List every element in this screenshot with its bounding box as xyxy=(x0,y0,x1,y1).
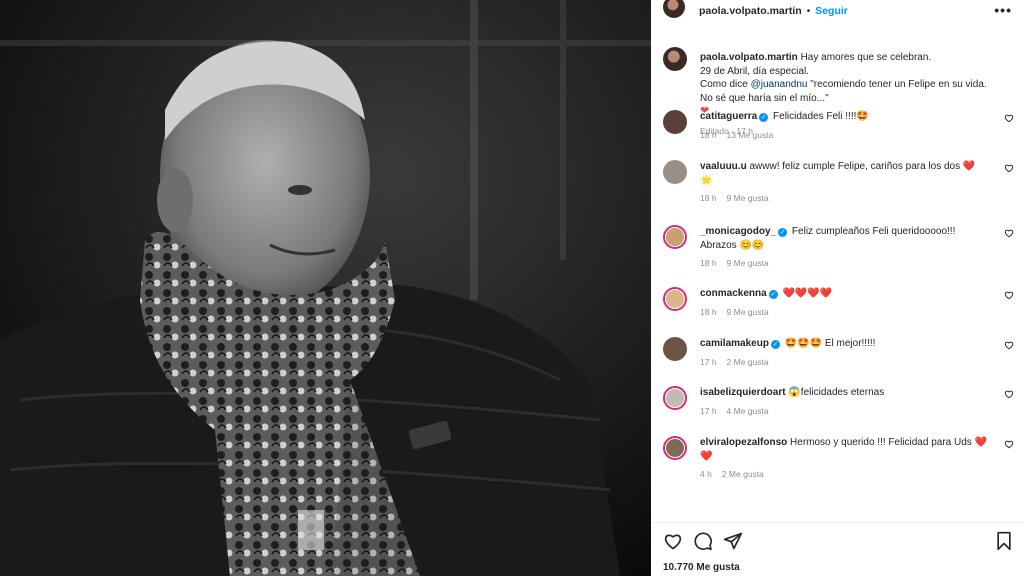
post-header: paola.volpato.martin • Seguir ••• xyxy=(651,0,1024,22)
comment-like-heart-icon[interactable] xyxy=(1004,389,1014,399)
comment-likes-link[interactable]: 4 Me gusta xyxy=(727,406,769,416)
commenter-avatar[interactable] xyxy=(663,160,687,184)
caption-mention-link[interactable]: @juanandnu xyxy=(751,79,808,90)
commenter-username[interactable]: vaaluuu.u xyxy=(700,161,747,172)
verified-badge-icon: ✓ xyxy=(778,228,788,237)
comment-time: 4 h xyxy=(700,469,712,479)
commenter-username[interactable]: catitaguerra xyxy=(700,111,757,122)
comment-like-heart-icon[interactable] xyxy=(1004,228,1014,238)
commenter-avatar[interactable] xyxy=(663,386,687,410)
caption-line-1: Hay amores que se celebran. xyxy=(800,52,932,63)
commenter-username[interactable]: camilamakeup xyxy=(700,338,769,349)
commenter-avatar[interactable] xyxy=(663,225,687,249)
commenter-username[interactable]: isabelizquierdoart xyxy=(700,387,786,398)
bookmark-icon[interactable] xyxy=(994,531,1014,551)
comment-text: 😱felicidades eternas xyxy=(788,387,885,398)
paper-plane-icon[interactable] xyxy=(723,531,743,551)
follow-button[interactable]: Seguir xyxy=(815,5,848,17)
verified-badge-icon: ✓ xyxy=(768,290,778,299)
comment-text: 🤩🤩🤩 El mejor!!!!! xyxy=(784,338,876,349)
comments-list[interactable]: paola.volpato.martin Hay amores que se c… xyxy=(651,40,1024,522)
commenter-avatar[interactable] xyxy=(663,337,687,361)
comment-likes-link[interactable]: 9 Me gusta xyxy=(727,258,769,268)
commenter-avatar[interactable] xyxy=(663,436,687,460)
comment-time: 18 h xyxy=(700,193,717,203)
comment-time: 17 h xyxy=(700,405,717,416)
commenter-avatar[interactable] xyxy=(663,110,687,134)
more-horizontal-icon[interactable]: ••• xyxy=(994,2,1012,18)
caption-line-5: No sé que haría sin el mío..." xyxy=(700,92,829,104)
caption-username[interactable]: paola.volpato.martin xyxy=(700,52,798,63)
comment-time: 18 h xyxy=(700,258,717,268)
likes-count[interactable]: 10.770 Me gusta xyxy=(663,562,740,573)
post-photo-image xyxy=(0,0,651,576)
heart-outline-icon[interactable] xyxy=(663,531,683,551)
post-actions-bar: 10.770 Me gusta xyxy=(651,522,1024,576)
comment-likes-link[interactable]: 2 Me gusta xyxy=(727,357,769,367)
post-photo[interactable] xyxy=(0,0,651,576)
comment-likes-link[interactable]: 2 Me gusta xyxy=(722,469,764,479)
separator-dot: • xyxy=(806,5,811,17)
verified-badge-icon: ✓ xyxy=(759,113,769,122)
caption-line-4: "recomiendo tener un Felipe en su vida. xyxy=(810,79,987,90)
comment-text: Felicidades Feli !!!!🤩 xyxy=(773,111,869,122)
author-username[interactable]: paola.volpato.martin xyxy=(699,5,802,17)
comment-likes-link[interactable]: 9 Me gusta xyxy=(727,193,769,203)
commenter-username[interactable]: conmackenna xyxy=(700,288,767,299)
commenter-avatar[interactable] xyxy=(663,287,687,311)
comment-like-heart-icon[interactable] xyxy=(1004,163,1014,173)
comment-text: ❤️❤️❤️❤️ xyxy=(782,288,833,299)
comment-time: 18 h xyxy=(700,129,717,140)
commenter-username[interactable]: elviralopezalfonso xyxy=(700,437,787,448)
comment-bubble-icon[interactable] xyxy=(693,531,713,551)
post-detail-panel: paola.volpato.martin • Seguir ••• paola.… xyxy=(651,0,1024,576)
comment-time: 18 h xyxy=(700,306,717,317)
caption-line-3: Como dice xyxy=(700,79,748,90)
comment-like-heart-icon[interactable] xyxy=(1004,113,1014,123)
commenter-username[interactable]: _monicagodoy_ xyxy=(700,226,776,237)
author-avatar[interactable] xyxy=(663,0,685,18)
caption-line-2: 29 de Abril, día especial. xyxy=(700,65,809,77)
comment-likes-link[interactable]: 13 Me gusta xyxy=(727,130,774,140)
comment-like-heart-icon[interactable] xyxy=(1004,340,1014,350)
comment-time: 17 h xyxy=(700,356,717,367)
caption-author-avatar[interactable] xyxy=(663,47,687,71)
comment-likes-link[interactable]: 9 Me gusta xyxy=(727,307,769,317)
comment-like-heart-icon[interactable] xyxy=(1004,290,1014,300)
verified-badge-icon: ✓ xyxy=(770,340,780,349)
comment-like-heart-icon[interactable] xyxy=(1004,439,1014,449)
